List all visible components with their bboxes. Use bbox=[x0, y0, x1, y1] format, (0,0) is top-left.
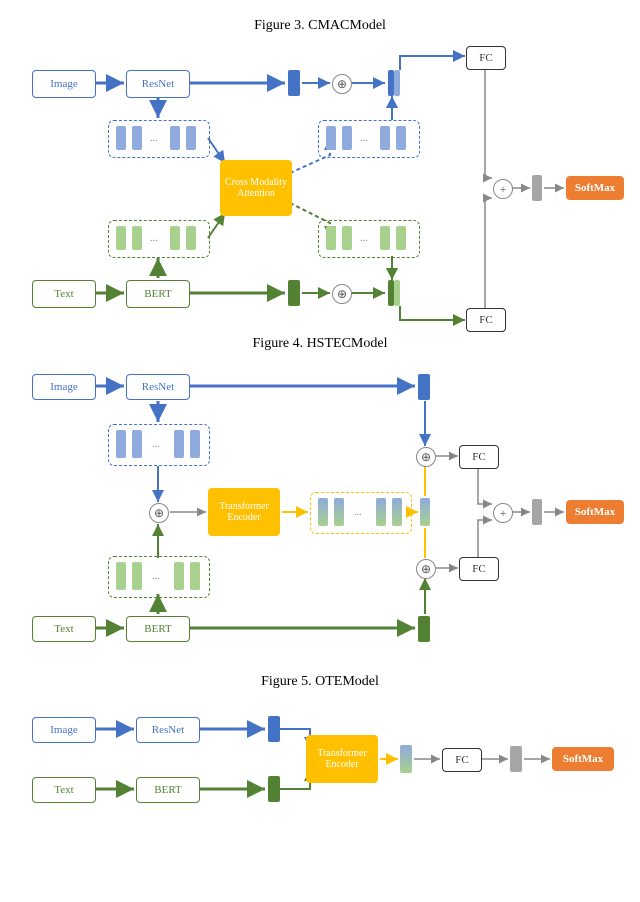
fig3-title: Figure 3. CMACModel bbox=[10, 18, 630, 34]
oplus-concat-4: ⊕ bbox=[149, 503, 169, 523]
fig4-diagram: Image ResNet Text BERT ... ... ⊕ Transfo… bbox=[10, 356, 630, 666]
plus-4: + bbox=[493, 503, 513, 523]
gray-bar-4 bbox=[532, 499, 542, 525]
resnet-4: ResNet bbox=[126, 374, 190, 400]
cma-box: Cross Modality Attention bbox=[220, 160, 292, 216]
fc-5: FC bbox=[442, 748, 482, 772]
text-input-5: Text bbox=[32, 777, 96, 803]
oplus-top-4: ⊕ bbox=[416, 447, 436, 467]
fc-top: FC bbox=[466, 46, 506, 70]
fig4-title: Figure 4. HSTECModel bbox=[10, 336, 630, 352]
image-input-4: Image bbox=[32, 374, 96, 400]
resnet-box: ResNet bbox=[126, 70, 190, 98]
bert-box: BERT bbox=[126, 280, 190, 308]
fc-top-4: FC bbox=[459, 445, 499, 469]
mixed-bar-4 bbox=[420, 498, 430, 526]
blue-global-bar bbox=[288, 70, 300, 96]
plus-op: + bbox=[493, 179, 513, 199]
oplus-img: ⊕ bbox=[332, 74, 352, 94]
image-input-5: Image bbox=[32, 717, 96, 743]
gray-bar-5 bbox=[510, 746, 522, 772]
gray-bar bbox=[532, 175, 542, 201]
blue-global-4 bbox=[418, 374, 430, 400]
text-input: Text bbox=[32, 280, 96, 308]
green-global-bar bbox=[288, 280, 300, 306]
green-bar-5 bbox=[268, 776, 280, 802]
softmax-5: SoftMax bbox=[552, 747, 614, 771]
softmax-box: SoftMax bbox=[566, 176, 624, 200]
green-global-4 bbox=[418, 616, 430, 642]
blue-bar-5 bbox=[268, 716, 280, 742]
fig5-diagram: Image ResNet Text BERT Transformer Encod… bbox=[10, 694, 630, 824]
fig3-diagram: Image ResNet Text BERT ... ... Cross Mod… bbox=[10, 38, 630, 328]
text-input-4: Text bbox=[32, 616, 96, 642]
te-box-4: Transformer Encoder bbox=[208, 488, 280, 536]
oplus-bot-4: ⊕ bbox=[416, 559, 436, 579]
bert-5: BERT bbox=[136, 777, 200, 803]
fc-bottom: FC bbox=[466, 308, 506, 332]
oplus-txt: ⊕ bbox=[332, 284, 352, 304]
resnet-5: ResNet bbox=[136, 717, 200, 743]
fig5-title: Figure 5. OTEModel bbox=[10, 674, 630, 690]
mixed-bar-5 bbox=[400, 745, 412, 773]
softmax-4: SoftMax bbox=[566, 500, 624, 524]
image-input: Image bbox=[32, 70, 96, 98]
fc-bot-4: FC bbox=[459, 557, 499, 581]
bert-4: BERT bbox=[126, 616, 190, 642]
te-box-5: Transformer Encoder bbox=[306, 735, 378, 783]
